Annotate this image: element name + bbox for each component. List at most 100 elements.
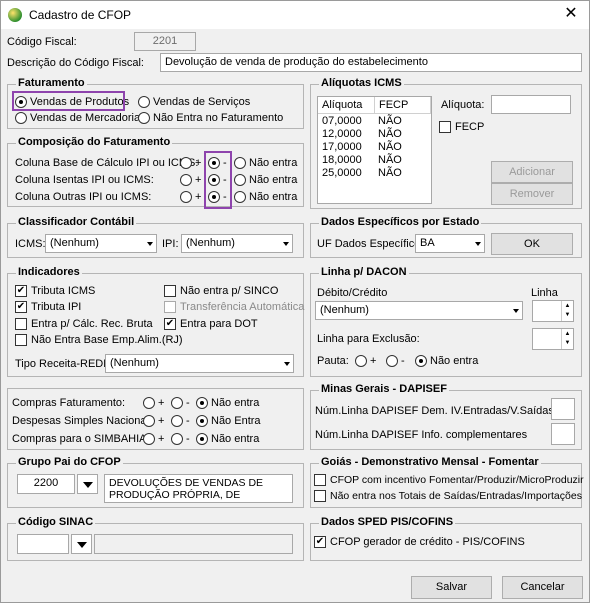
- cell: 25,0000: [322, 167, 362, 179]
- uf-select[interactable]: BA: [415, 234, 485, 253]
- minas-linha2-input[interactable]: [551, 423, 575, 445]
- select-value: (Nenhum): [110, 357, 159, 369]
- radio-label: -: [401, 355, 405, 367]
- adicionar-button[interactable]: Adicionar: [491, 161, 573, 183]
- list-item[interactable]: 25,0000 NÃO: [322, 167, 402, 179]
- cell: NÃO: [378, 128, 402, 140]
- radio-plus[interactable]: +: [143, 415, 164, 427]
- button-label: OK: [524, 238, 540, 250]
- aliquotas-list[interactable]: Alíquota FECP 07,0000 NÃO 12,0000 NÃO 17,0…: [317, 96, 432, 204]
- radio-plus[interactable]: +: [180, 157, 201, 169]
- chevron-down-icon: [283, 242, 289, 246]
- sinac-dropdown-button[interactable]: [71, 534, 92, 554]
- chevron-down-icon: [475, 242, 481, 246]
- linha-exclusao-label: Linha para Exclusão:: [317, 333, 420, 345]
- linha-spinner[interactable]: ▲ ▼: [532, 300, 574, 322]
- select-value: BA: [420, 237, 435, 249]
- radio-minus[interactable]: -: [171, 397, 190, 409]
- icms-select[interactable]: (Nenhum): [45, 234, 157, 253]
- compras-row-label: Compras Faturamento:: [12, 397, 126, 409]
- cell: 18,0000: [322, 154, 362, 166]
- cancelar-button[interactable]: Cancelar: [502, 576, 583, 599]
- minas-linha1-input[interactable]: [551, 398, 575, 420]
- nao-entra-base-emp-alim-checkbox[interactable]: Não Entra Base Emp.Alim.(RJ): [15, 334, 183, 346]
- list-item[interactable]: 18,0000 NÃO: [322, 154, 402, 166]
- chevron-down-icon: [513, 309, 519, 313]
- tributa-icms-checkbox[interactable]: ✔ Tributa ICMS: [15, 285, 95, 297]
- goias-title: Goiás - Demonstrativo Mensal - Fomentar: [319, 456, 541, 468]
- list-item[interactable]: 12,0000 NÃO: [322, 128, 402, 140]
- transferencia-automatica-checkbox[interactable]: Transferência Automática: [164, 301, 304, 313]
- entra-calc-rec-bruta-checkbox[interactable]: Entra p/ Cálc. Rec. Bruta: [15, 318, 153, 330]
- pauta-label: Pauta:: [317, 355, 349, 367]
- radio-label: +: [195, 174, 202, 186]
- checkbox-label: Entra p/ Cálc. Rec. Bruta: [31, 318, 153, 330]
- radio-nao-entra-faturamento[interactable]: Não Entra no Faturamento: [138, 112, 283, 124]
- radio-nao-entra[interactable]: Não entra: [415, 355, 478, 367]
- radio-label: Não entra: [211, 397, 260, 409]
- radio-nao-entra[interactable]: Não entra: [196, 433, 259, 445]
- radio-minus[interactable]: -: [386, 355, 405, 367]
- list-item[interactable]: 17,0000 NÃO: [322, 141, 402, 153]
- cell: NÃO: [378, 141, 402, 153]
- title-bar: Cadastro de CFOP ✕: [1, 1, 589, 29]
- linha-label: Linha: [531, 287, 558, 299]
- linha-exclusao-spinner[interactable]: ▲ ▼: [532, 328, 574, 350]
- entra-para-dot-checkbox[interactable]: ✔ Entra para DOT: [164, 318, 258, 330]
- close-icon[interactable]: ✕: [553, 1, 589, 29]
- radio-nao-entra[interactable]: Não entra: [196, 397, 259, 409]
- checkbox-label: Entra para DOT: [180, 318, 258, 330]
- minas-linha1-label: Núm.Linha DAPISEF Dem. IV.Entradas/V.Saí…: [315, 405, 554, 417]
- ipi-select[interactable]: (Nenhum): [181, 234, 293, 253]
- radio-vendas-mercadorias[interactable]: Vendas de Mercadorias: [15, 112, 146, 124]
- radio-minus[interactable]: -: [171, 433, 190, 445]
- dados-estado-title: Dados Específicos por Estado: [319, 216, 482, 228]
- compras-row-label: Despesas Simples Nacional:: [12, 415, 153, 427]
- debito-credito-select[interactable]: (Nenhum): [315, 301, 523, 320]
- nao-entra-totais-checkbox[interactable]: Não entra nos Totais de Saídas/Entradas/…: [314, 490, 582, 502]
- radio-nao-entra[interactable]: Não entra: [234, 174, 297, 186]
- remover-button[interactable]: Remover: [491, 183, 573, 205]
- fecp-checkbox[interactable]: FECP: [439, 121, 484, 133]
- grupo-pai-code[interactable]: 2200: [17, 474, 75, 494]
- radio-label: -: [186, 433, 190, 445]
- ipi-label: IPI:: [162, 238, 179, 250]
- descricao-field[interactable]: Devolução de venda de produção do estabe…: [160, 53, 582, 72]
- grupo-pai-dropdown-button[interactable]: [77, 474, 98, 494]
- tipo-receita-select[interactable]: (Nenhum): [105, 354, 294, 373]
- spin-down-icon[interactable]: ▼: [561, 338, 573, 349]
- grupo-pai-description: DEVOLUÇÕES DE VENDAS DE PRODUÇÃO PRÓPRIA…: [104, 474, 293, 503]
- list-item[interactable]: 07,0000 NÃO: [322, 115, 402, 127]
- spin-down-icon[interactable]: ▼: [561, 310, 573, 321]
- aliquotas-title: Alíquotas ICMS: [319, 77, 404, 89]
- salvar-button[interactable]: Salvar: [411, 576, 492, 599]
- button-label: Cancelar: [520, 581, 565, 593]
- checkbox-label: FECP: [455, 121, 485, 133]
- radio-nao-entra[interactable]: Não entra: [234, 191, 297, 203]
- radio-minus[interactable]: -: [171, 415, 190, 427]
- radio-vendas-servicos[interactable]: Vendas de Serviços: [138, 96, 250, 108]
- tributa-ipi-checkbox[interactable]: ✔ Tributa IPI: [15, 301, 81, 313]
- composicao-title: Composição do Faturamento: [16, 136, 173, 148]
- radio-plus[interactable]: +: [355, 355, 376, 367]
- nao-entra-sinco-checkbox[interactable]: Não entra p/ SINCO: [164, 285, 278, 297]
- highlight-box: [204, 151, 232, 209]
- sinac-code[interactable]: [17, 534, 69, 554]
- codigo-field[interactable]: 2201: [134, 32, 196, 51]
- column-header[interactable]: Alíquota: [318, 97, 375, 114]
- radio-plus[interactable]: +: [143, 433, 164, 445]
- radio-plus[interactable]: +: [143, 397, 164, 409]
- checkbox-label: Transferência Automática: [180, 301, 305, 313]
- radio-nao-entra[interactable]: Não Entra: [196, 415, 261, 427]
- composicao-row-label: Coluna Outras IPI ou ICMS:: [15, 191, 152, 203]
- column-header[interactable]: FECP: [375, 97, 431, 114]
- fomentar-checkbox[interactable]: CFOP com incentivo Fomentar/Produzir/Mic…: [314, 474, 584, 486]
- radio-label: Não entra: [211, 433, 260, 445]
- radio-label: +: [158, 415, 165, 427]
- radio-plus[interactable]: +: [180, 174, 201, 186]
- sped-credito-checkbox[interactable]: ✔ CFOP gerador de crédito - PIS/COFINS: [314, 536, 525, 548]
- radio-nao-entra[interactable]: Não entra: [234, 157, 297, 169]
- ok-button[interactable]: OK: [491, 233, 573, 255]
- radio-plus[interactable]: +: [180, 191, 201, 203]
- aliquota-input[interactable]: [491, 95, 571, 114]
